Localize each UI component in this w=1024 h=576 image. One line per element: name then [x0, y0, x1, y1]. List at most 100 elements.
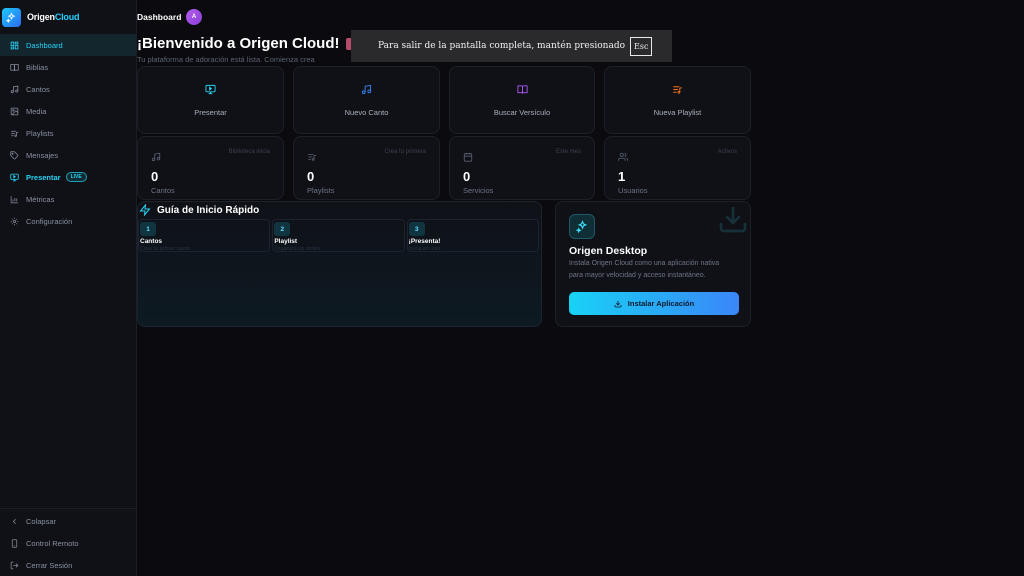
step-number: 2 — [274, 222, 291, 236]
brand[interactable]: OrigenCloud — [0, 0, 136, 34]
stat-playlists: Crea tu primera 0 Playlists — [293, 136, 440, 200]
sidebar-item-label: Control Remoto — [26, 538, 79, 548]
book-icon — [10, 63, 19, 72]
guide-step[interactable]: 1 Cantos Crea tu primer canto — [138, 219, 271, 252]
stat-label: Cantos — [151, 186, 175, 195]
download-watermark-icon — [717, 203, 749, 240]
action-label: Nueva Playlist — [653, 108, 702, 117]
stat-servicios: Este mes 0 Servicios — [449, 136, 595, 200]
playlist-icon — [672, 83, 684, 95]
remote-control-button[interactable]: Control Remoto — [0, 532, 136, 554]
stat-hint: Este mes — [555, 149, 581, 155]
fullscreen-exit-toast: Para salir de la pantalla completa, mant… — [351, 30, 672, 62]
sidebar-item-biblias[interactable]: Biblias — [0, 56, 136, 78]
phone-icon — [10, 538, 19, 548]
users-icon — [618, 149, 629, 167]
stat-label: Servicios — [463, 186, 494, 195]
desktop-app-card: Origen Desktop Instala Origen Cloud como… — [555, 201, 751, 327]
sidebar-item-label: Presentar — [26, 172, 61, 182]
step-name: ¡Presenta! — [408, 238, 441, 245]
sidebar: OrigenCloud Dashboard Biblias Cantos Med… — [0, 0, 137, 576]
music-note-icon — [361, 83, 373, 95]
music-note-icon — [10, 85, 19, 94]
bar-chart-icon — [10, 195, 19, 204]
guide-steps: 1 Cantos Crea tu primer canto 2 Playlist… — [138, 219, 541, 252]
stat-value: 0 — [151, 169, 159, 184]
stat-value: 1 — [618, 169, 626, 184]
stat-value: 0 — [307, 169, 315, 184]
step-desc: Crea tu primer canto — [140, 246, 191, 252]
monitor-icon — [10, 173, 19, 182]
sidebar-item-presentar[interactable]: Presentar LIVE — [0, 166, 136, 188]
monitor-icon — [205, 83, 217, 95]
download-icon — [614, 300, 622, 308]
welcome-title: ¡Bienvenido a Origen Cloud! — [137, 35, 356, 52]
collapse-button[interactable]: Colapsar — [0, 510, 136, 532]
calendar-icon — [463, 149, 473, 167]
sidebar-item-label: Dashboard — [26, 40, 63, 50]
action-nuevo-canto[interactable]: Nuevo Canto — [293, 66, 440, 134]
sidebar-item-media[interactable]: Media — [0, 100, 136, 122]
book-icon — [516, 83, 528, 95]
action-nueva-playlist[interactable]: Nueva Playlist — [604, 66, 751, 134]
sidebar-item-label: Métricas — [26, 194, 55, 204]
action-label: Nuevo Canto — [344, 108, 389, 117]
chevron-left-icon — [10, 517, 19, 526]
sidebar-item-label: Cantos — [26, 84, 50, 94]
sidebar-item-label: Cerrar Sesión — [26, 560, 73, 570]
stat-cantos: Biblioteca inicia 0 Cantos — [137, 136, 284, 200]
playlist-icon — [307, 149, 317, 167]
sidebar-item-label: Playlists — [26, 128, 54, 138]
desktop-description: Instala Origen Cloud como una aplicación… — [569, 260, 720, 279]
sidebar-item-playlists[interactable]: Playlists — [0, 122, 136, 144]
step-name: Playlist — [274, 238, 298, 245]
action-label: Presentar — [194, 108, 227, 117]
image-icon — [10, 107, 19, 116]
avatar[interactable]: A — [186, 9, 202, 25]
action-label: Buscar Versículo — [493, 108, 551, 117]
sidebar-item-label: Colapsar — [26, 516, 57, 526]
sidebar-nav: Dashboard Biblias Cantos Media Playlists… — [0, 34, 136, 232]
sidebar-item-metricas[interactable]: Métricas — [0, 188, 136, 210]
step-name: Cantos — [140, 238, 163, 245]
step-desc: Organiza un orden — [274, 246, 320, 252]
guide-title: Guía de Inicio Rápido — [138, 204, 541, 216]
stat-hint: Activos — [717, 149, 737, 155]
guide-step[interactable]: 2 Playlist Organiza un orden — [272, 219, 405, 252]
sidebar-item-dashboard[interactable]: Dashboard — [0, 34, 136, 56]
step-desc: Inicia en vivo — [408, 246, 441, 252]
guide-step[interactable]: 3 ¡Presenta! Inicia en vivo — [406, 219, 539, 252]
playlist-icon — [10, 129, 19, 138]
sidebar-footer: Colapsar Control Remoto Cerrar Sesión — [0, 508, 136, 576]
live-badge: LIVE — [65, 172, 87, 182]
action-presentar[interactable]: Presentar — [137, 66, 284, 134]
stat-usuarios: Activos 1 Usuarios — [604, 136, 751, 200]
lightning-icon — [139, 204, 151, 216]
stat-label: Playlists — [307, 186, 335, 195]
tag-icon — [10, 150, 19, 160]
grid-icon — [10, 41, 19, 50]
page-header-title: Dashboard — [137, 12, 182, 22]
sidebar-item-label: Media — [26, 106, 47, 116]
sidebar-item-configuracion[interactable]: Configuración — [0, 210, 136, 232]
stat-hint: Crea tu primera — [384, 149, 426, 155]
toast-text: Para salir de la pantalla completa, mant… — [378, 41, 625, 51]
quick-start-guide: Guía de Inicio Rápido 1 Cantos Crea tu p… — [137, 201, 542, 327]
esc-key: Esc — [630, 36, 653, 56]
action-buscar-versiculo[interactable]: Buscar Versículo — [449, 66, 595, 134]
sidebar-item-mensajes[interactable]: Mensajes — [0, 144, 136, 166]
logout-button[interactable]: Cerrar Sesión — [0, 554, 136, 576]
music-note-icon — [151, 149, 161, 167]
sparkles-logo-icon — [2, 7, 21, 27]
welcome-subtitle: Tu plataforma de adoración está lista. C… — [137, 55, 315, 64]
logout-icon — [10, 561, 19, 570]
stat-label: Usuarios — [618, 186, 648, 195]
sidebar-item-label: Configuración — [26, 216, 73, 226]
stat-hint: Biblioteca inicia — [228, 149, 270, 155]
step-number: 3 — [408, 222, 425, 236]
sidebar-item-cantos[interactable]: Cantos — [0, 78, 136, 100]
stat-value: 0 — [463, 169, 471, 184]
gear-icon — [10, 217, 19, 226]
install-app-button[interactable]: Instalar Aplicación — [569, 292, 739, 315]
sidebar-item-label: Biblias — [26, 62, 49, 72]
